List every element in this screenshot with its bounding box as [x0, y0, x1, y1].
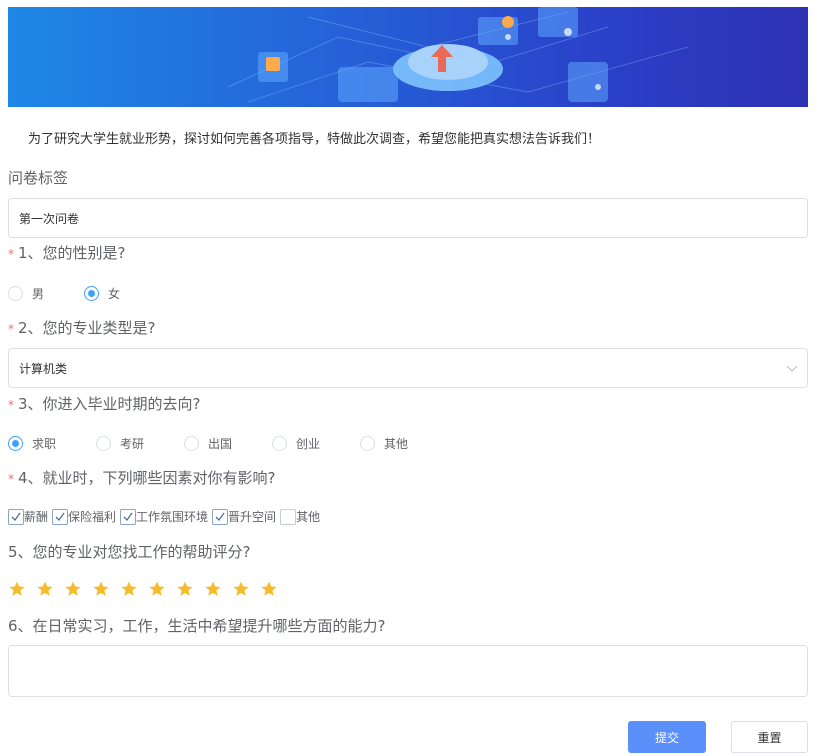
checkbox-label: 工作氛围环境 — [136, 510, 209, 524]
checkbox-box — [120, 508, 137, 525]
question-6-label: 6、在日常实习，工作，生活中希望提升哪些方面的能力? — [8, 617, 386, 635]
major-select[interactable]: 计算机类 — [8, 348, 808, 388]
star-icon[interactable] — [36, 580, 54, 598]
star-icon[interactable] — [120, 580, 138, 598]
radio-female[interactable]: 女 — [84, 285, 120, 302]
star-icon[interactable] — [260, 580, 278, 598]
radio-circle — [8, 286, 23, 301]
rating-stars — [8, 580, 288, 598]
radio-startup[interactable]: 创业 — [272, 435, 360, 452]
required-mark: * — [8, 247, 14, 261]
checkbox-label: 其他 — [296, 510, 321, 524]
star-icon[interactable] — [64, 580, 82, 598]
radio-circle — [360, 436, 375, 451]
radio-circle — [8, 436, 23, 451]
checkbox-label: 保险福利 — [68, 510, 117, 524]
reset-button[interactable]: 重置 — [731, 721, 808, 753]
star-icon[interactable] — [176, 580, 194, 598]
checkbox-box — [280, 508, 297, 525]
question-4-text: 4、就业时，下列哪些因素对你有影响? — [18, 469, 276, 487]
survey-intro: 为了研究大学生就业形势，探讨如何完善各项指导，特做此次调查，希望您能把真实想法告… — [28, 132, 601, 147]
radio-abroad[interactable]: 出国 — [184, 435, 272, 452]
tag-label: 问卷标签 — [8, 169, 69, 187]
radio-label: 男 — [32, 287, 45, 301]
check-icon — [123, 512, 133, 521]
checkbox-environment[interactable]: 工作氛围环境 — [120, 508, 208, 525]
radio-other[interactable]: 其他 — [360, 435, 408, 452]
star-icon[interactable] — [148, 580, 166, 598]
radio-circle — [96, 436, 111, 451]
banner-image — [8, 7, 808, 107]
radio-circle — [84, 286, 99, 301]
question-3-label: * 3、你进入毕业时期的去向? — [8, 393, 201, 414]
checkbox-promotion[interactable]: 晋升空间 — [212, 508, 276, 525]
radio-label: 考研 — [120, 437, 145, 451]
checkbox-label: 薪酬 — [24, 510, 49, 524]
question-4-label: * 4、就业时，下列哪些因素对你有影响? — [8, 467, 276, 488]
star-icon[interactable] — [8, 580, 26, 598]
required-mark: * — [8, 398, 14, 412]
gender-radio-group: 男 女 — [8, 285, 120, 302]
chevron-down-icon — [786, 365, 798, 372]
question-2-label: * 2、您的专业类型是? — [8, 317, 156, 338]
question-5-label: 5、您的专业对您找工作的帮助评分? — [8, 543, 251, 561]
tag-input[interactable]: 第一次问卷 — [8, 198, 808, 238]
star-icon[interactable] — [232, 580, 250, 598]
submit-button[interactable]: 提交 — [628, 721, 706, 753]
question-1-label: * 1、您的性别是? — [8, 242, 126, 263]
checkbox-other[interactable]: 其他 — [280, 508, 320, 525]
banner-illustration — [227, 7, 689, 103]
checkbox-box — [212, 508, 229, 525]
radio-male[interactable]: 男 — [8, 285, 84, 302]
question-2-text: 2、您的专业类型是? — [18, 319, 156, 337]
required-mark: * — [8, 472, 14, 486]
radio-label: 创业 — [296, 437, 321, 451]
question-1-text: 1、您的性别是? — [18, 244, 126, 262]
check-icon — [55, 512, 65, 521]
check-icon — [215, 512, 225, 521]
check-icon — [11, 512, 21, 521]
checkbox-salary[interactable]: 薪酬 — [8, 508, 48, 525]
radio-label: 其他 — [384, 437, 409, 451]
required-mark: * — [8, 322, 14, 336]
radio-label: 求职 — [32, 437, 57, 451]
select-value: 计算机类 — [19, 361, 68, 376]
radio-grad-school[interactable]: 考研 — [96, 435, 184, 452]
checkbox-label: 晋升空间 — [228, 510, 277, 524]
factors-checkbox-group: 薪酬 保险福利 工作氛围环境 晋升空间 其他 — [8, 508, 324, 525]
checkbox-box — [52, 508, 69, 525]
radio-circle — [272, 436, 287, 451]
star-icon[interactable] — [204, 580, 222, 598]
destination-radio-group: 求职 考研 出国 创业 其他 — [8, 435, 408, 452]
radio-job[interactable]: 求职 — [8, 435, 96, 452]
checkbox-box — [8, 508, 24, 525]
star-icon[interactable] — [92, 580, 110, 598]
abilities-textarea[interactable] — [8, 645, 808, 697]
radio-circle — [184, 436, 199, 451]
radio-label: 女 — [108, 287, 121, 301]
question-3-text: 3、你进入毕业时期的去向? — [18, 395, 201, 413]
checkbox-insurance[interactable]: 保险福利 — [52, 508, 116, 525]
radio-label: 出国 — [208, 437, 233, 451]
